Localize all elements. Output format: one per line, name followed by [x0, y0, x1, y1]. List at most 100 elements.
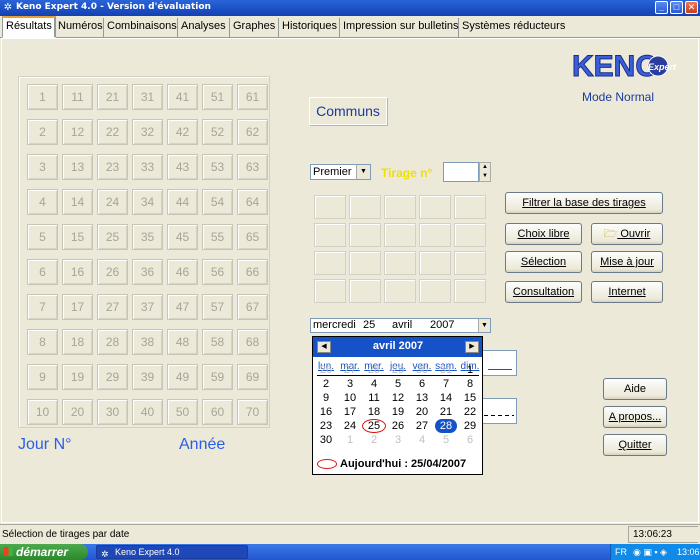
- number-button[interactable]: 44: [167, 189, 198, 215]
- number-button[interactable]: 57: [202, 294, 233, 320]
- calendar-day[interactable]: 13: [410, 391, 434, 405]
- consultation-button[interactable]: Consultation: [505, 281, 582, 303]
- calendar-day[interactable]: 28: [434, 419, 458, 433]
- number-button[interactable]: 13: [62, 154, 93, 180]
- number-button[interactable]: 19: [62, 364, 93, 390]
- number-button[interactable]: 10: [27, 399, 58, 425]
- number-button[interactable]: 67: [237, 294, 268, 320]
- calendar-day[interactable]: 6: [410, 377, 434, 391]
- number-button[interactable]: 29: [97, 364, 128, 390]
- number-button[interactable]: 43: [167, 154, 198, 180]
- calendar-day[interactable]: 4: [362, 377, 386, 391]
- calendar-day[interactable]: 14: [434, 391, 458, 405]
- number-button[interactable]: 52: [202, 119, 233, 145]
- number-button[interactable]: 5: [27, 224, 58, 250]
- date-picker[interactable]: mercredi 25 avril 2007 ▼: [310, 318, 491, 333]
- number-button[interactable]: 40: [132, 399, 163, 425]
- calendar-day[interactable]: 3: [386, 433, 410, 447]
- calendar-day[interactable]: 11: [362, 391, 386, 405]
- language-indicator[interactable]: FR: [615, 544, 627, 560]
- calendar-day[interactable]: 28: [362, 363, 386, 377]
- prev-month-button[interactable]: ◀: [317, 341, 331, 353]
- minimize-button[interactable]: _: [655, 1, 668, 14]
- number-button[interactable]: 69: [237, 364, 268, 390]
- about-button[interactable]: A propos...: [603, 406, 667, 428]
- number-button[interactable]: 58: [202, 329, 233, 355]
- number-button[interactable]: 38: [132, 329, 163, 355]
- calendar-day[interactable]: 19: [386, 405, 410, 419]
- number-button[interactable]: 22: [97, 119, 128, 145]
- close-button[interactable]: ✕: [685, 1, 698, 14]
- number-button[interactable]: 14: [62, 189, 93, 215]
- calendar-day[interactable]: 6: [458, 433, 482, 447]
- number-button[interactable]: 28: [97, 329, 128, 355]
- number-button[interactable]: 17: [62, 294, 93, 320]
- number-button[interactable]: 37: [132, 294, 163, 320]
- calendar-day[interactable]: 1: [458, 363, 482, 377]
- number-button[interactable]: 18: [62, 329, 93, 355]
- number-button[interactable]: 63: [237, 154, 268, 180]
- tab-impression[interactable]: Impression sur bulletins: [339, 18, 462, 37]
- number-button[interactable]: 11: [62, 84, 93, 110]
- internet-button[interactable]: Internet: [591, 281, 663, 303]
- calendar-day[interactable]: 24: [338, 419, 362, 433]
- number-button[interactable]: 36: [132, 259, 163, 285]
- number-button[interactable]: 16: [62, 259, 93, 285]
- calendar-day[interactable]: 18: [362, 405, 386, 419]
- choix-libre-button[interactable]: Choix libre: [505, 223, 582, 245]
- number-button[interactable]: 25: [97, 224, 128, 250]
- number-button[interactable]: 45: [167, 224, 198, 250]
- calendar-day[interactable]: 21: [434, 405, 458, 419]
- number-button[interactable]: 41: [167, 84, 198, 110]
- calendar-day[interactable]: 3: [338, 377, 362, 391]
- calendar-day[interactable]: 27: [410, 419, 434, 433]
- number-button[interactable]: 34: [132, 189, 163, 215]
- number-button[interactable]: 12: [62, 119, 93, 145]
- calendar-day[interactable]: 20: [410, 405, 434, 419]
- tab-combinaisons[interactable]: Combinaisons: [103, 18, 180, 37]
- number-button[interactable]: 70: [237, 399, 268, 425]
- calendar-day[interactable]: 5: [386, 377, 410, 391]
- calendar-day[interactable]: 12: [386, 391, 410, 405]
- calendar-day[interactable]: 8: [458, 377, 482, 391]
- calendar-day[interactable]: 15: [458, 391, 482, 405]
- calendar-day[interactable]: 30: [314, 433, 338, 447]
- number-button[interactable]: 23: [97, 154, 128, 180]
- calendar-day[interactable]: 10: [338, 391, 362, 405]
- help-button[interactable]: Aide: [603, 378, 667, 400]
- number-button[interactable]: 62: [237, 119, 268, 145]
- number-button[interactable]: 48: [167, 329, 198, 355]
- number-button[interactable]: 61: [237, 84, 268, 110]
- number-button[interactable]: 26: [97, 259, 128, 285]
- number-button[interactable]: 47: [167, 294, 198, 320]
- filter-database-button[interactable]: Filtrer la base des tirages: [505, 192, 663, 214]
- calendar-day[interactable]: 29: [458, 419, 482, 433]
- open-button[interactable]: 🗁 Ouvrir: [591, 223, 663, 245]
- tab-systemes[interactable]: Systèmes réducteurs: [458, 18, 568, 37]
- number-button[interactable]: 8: [27, 329, 58, 355]
- number-button[interactable]: 15: [62, 224, 93, 250]
- number-button[interactable]: 27: [97, 294, 128, 320]
- number-button[interactable]: 51: [202, 84, 233, 110]
- number-button[interactable]: 56: [202, 259, 233, 285]
- calendar-day[interactable]: 22: [458, 405, 482, 419]
- number-button[interactable]: 33: [132, 154, 163, 180]
- number-button[interactable]: 24: [97, 189, 128, 215]
- number-button[interactable]: 1: [27, 84, 58, 110]
- number-button[interactable]: 50: [167, 399, 198, 425]
- number-button[interactable]: 66: [237, 259, 268, 285]
- calendar-day[interactable]: 26: [314, 363, 338, 377]
- start-button[interactable]: démarrer: [0, 544, 88, 560]
- number-button[interactable]: 3: [27, 154, 58, 180]
- calendar-day[interactable]: 2: [362, 433, 386, 447]
- tirage-spinner[interactable]: ▲ ▼: [479, 162, 491, 182]
- number-button[interactable]: 53: [202, 154, 233, 180]
- tirage-number-input[interactable]: [443, 162, 479, 182]
- calendar-day[interactable]: 16: [314, 405, 338, 419]
- number-button[interactable]: 4: [27, 189, 58, 215]
- calendar-day[interactable]: 4: [410, 433, 434, 447]
- calendar-day[interactable]: 7: [434, 377, 458, 391]
- number-button[interactable]: 20: [62, 399, 93, 425]
- calendar-day[interactable]: 9: [314, 391, 338, 405]
- number-button[interactable]: 59: [202, 364, 233, 390]
